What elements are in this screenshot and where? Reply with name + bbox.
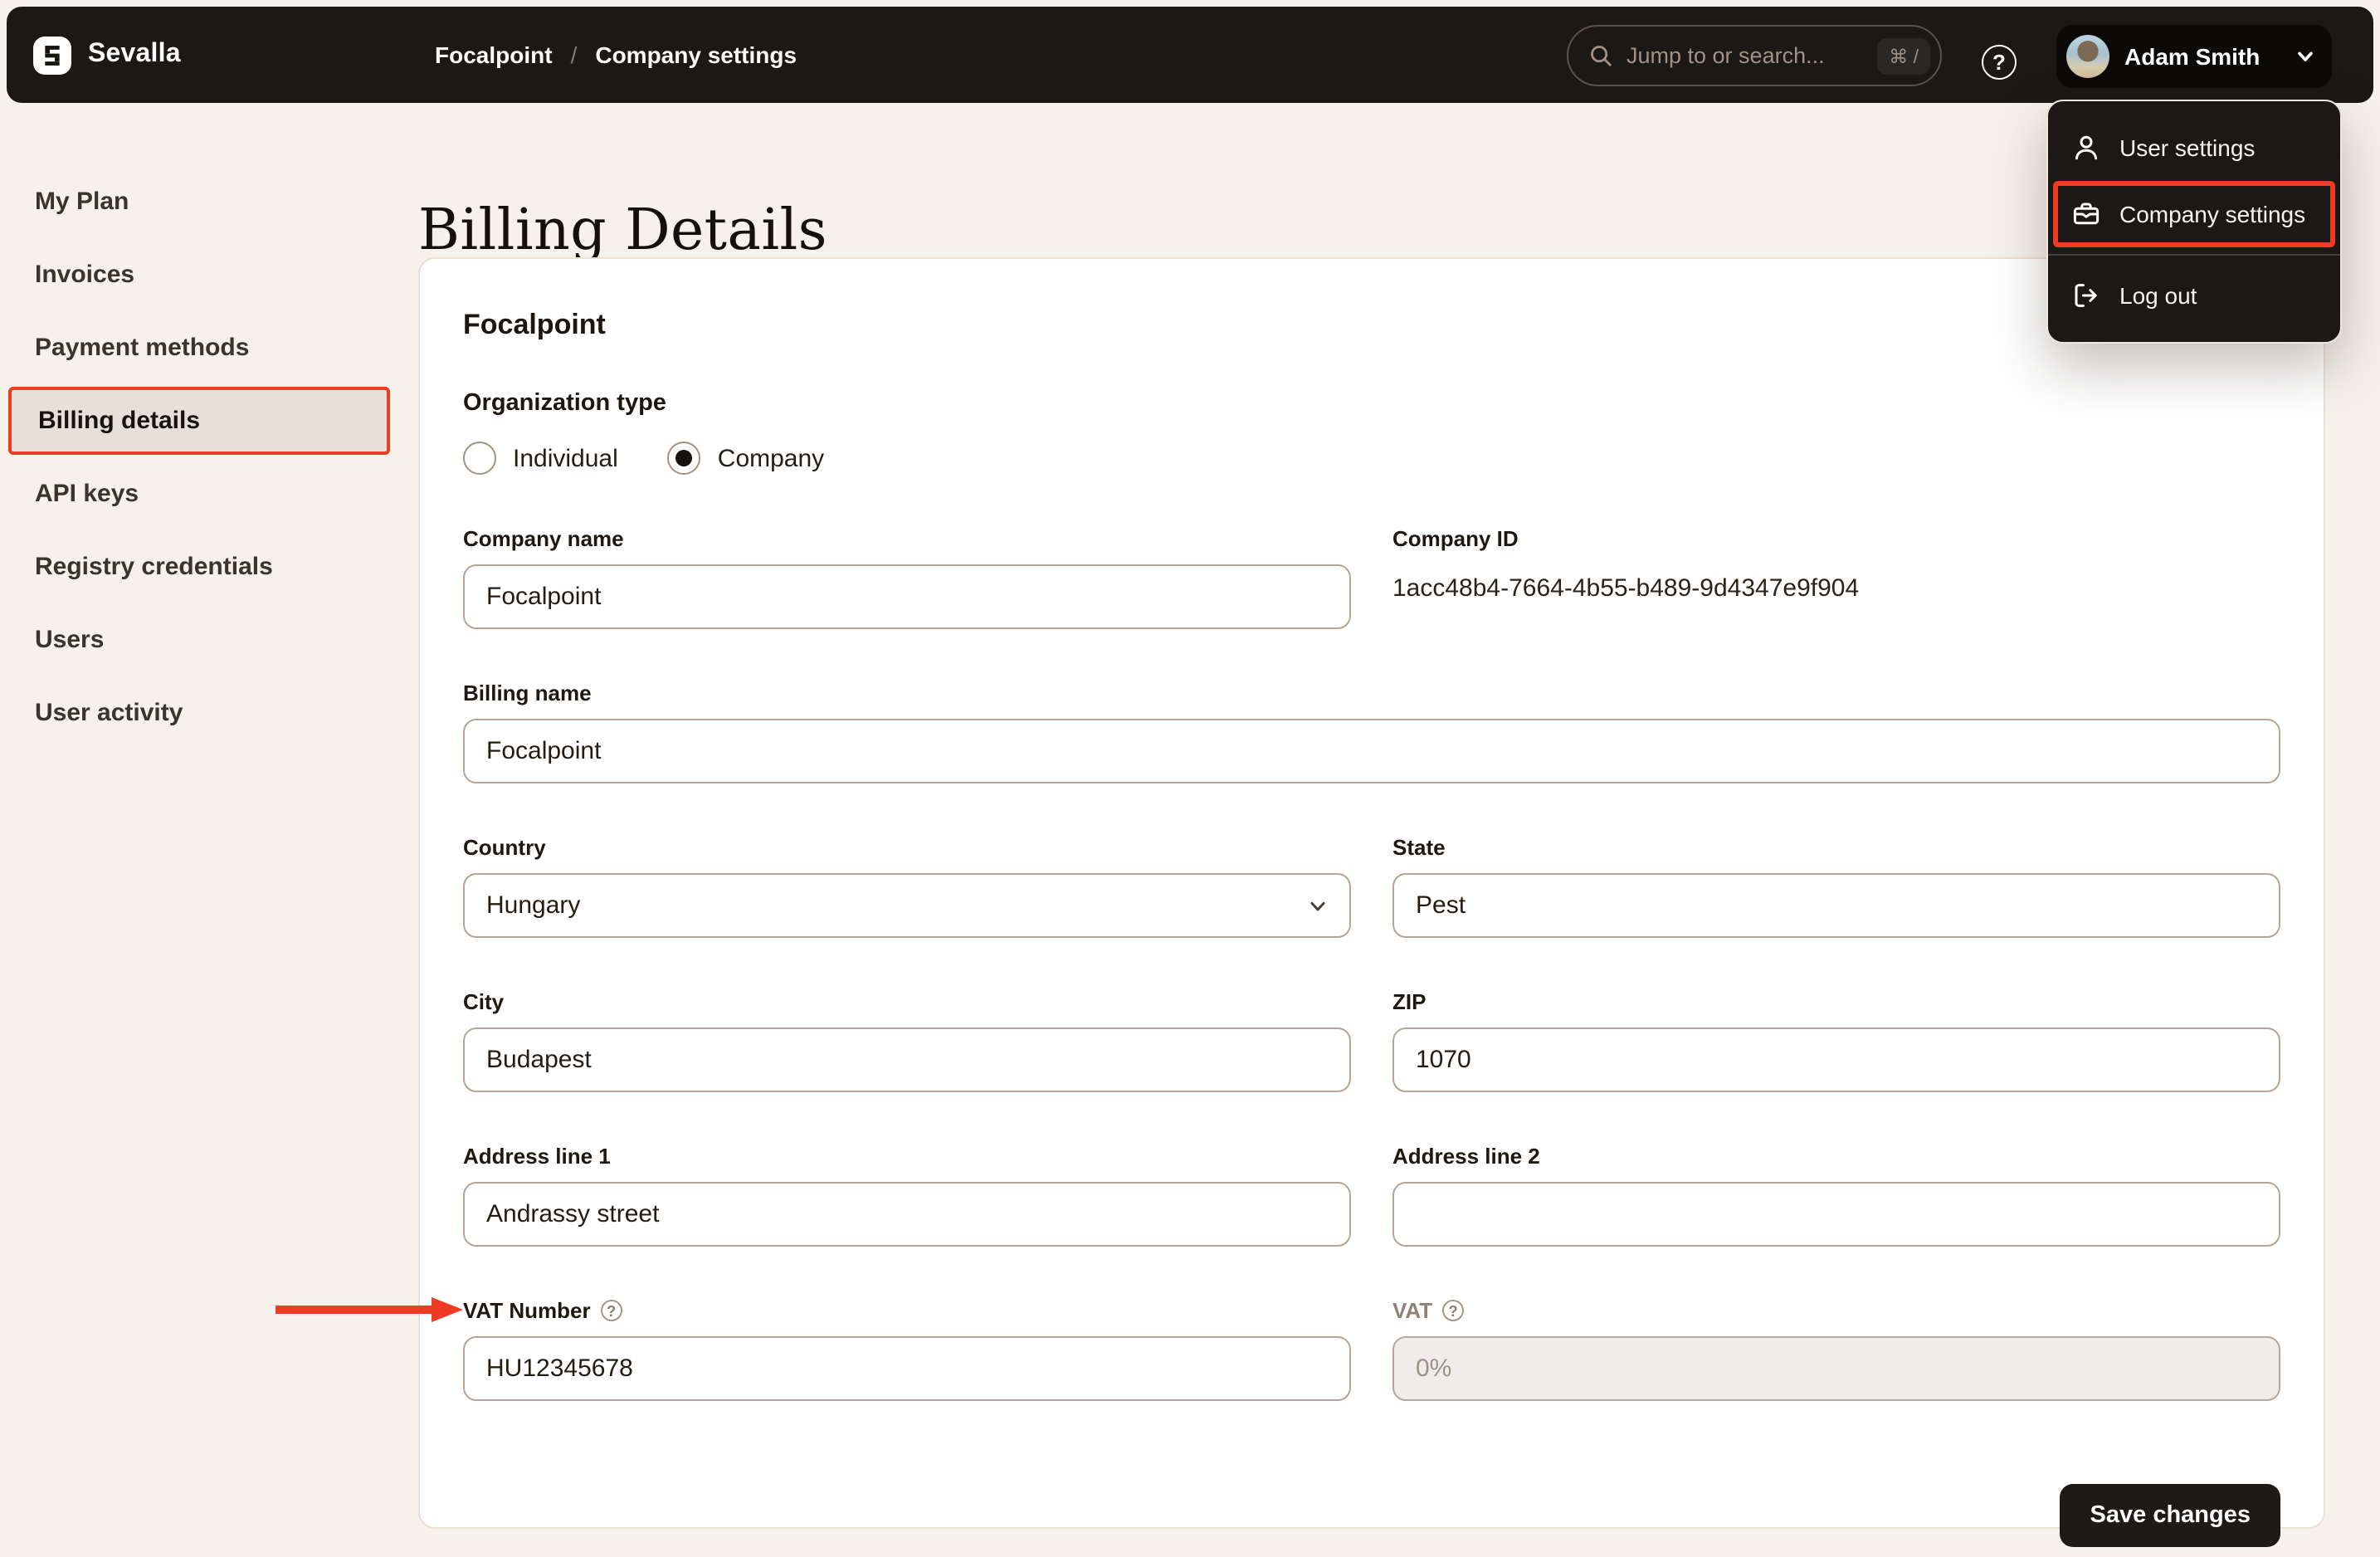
company-id-label: Company ID (1392, 526, 1519, 551)
page-title: Billing Details (418, 197, 827, 264)
app-root: Sevalla Focalpoint / Company settings Ju… (0, 0, 2380, 1557)
brand[interactable]: Sevalla (33, 7, 181, 103)
radio-individual-circle[interactable] (463, 442, 496, 475)
user-icon (2075, 135, 2098, 160)
billing-name-field: Billing name (463, 681, 2280, 783)
breadcrumb: Focalpoint / Company settings (435, 7, 797, 103)
city-label: City (463, 989, 505, 1014)
avatar (2066, 35, 2109, 78)
radio-company[interactable]: Company (667, 442, 825, 475)
help-button[interactable]: ? (1982, 45, 2017, 80)
logout-icon (2075, 284, 2097, 307)
briefcase-icon (2073, 203, 2100, 225)
vat-number-field: VAT Number ? (463, 1298, 1351, 1401)
zip-field: ZIP (1392, 989, 2280, 1092)
user-dropdown-menu: User settings Company settings Log out (2046, 100, 2342, 344)
state-label: State (1392, 835, 1446, 860)
sidebar-item-my-plan[interactable]: My Plan (8, 168, 390, 236)
address-line-2-field: Address line 2 (1392, 1144, 2280, 1247)
menu-divider (2048, 254, 2340, 256)
sidebar-item-payment-methods[interactable]: Payment methods (8, 314, 390, 382)
billing-details-card: Focalpoint Organization type Individual … (418, 257, 2325, 1547)
search-shortcut-badge: ⌘ / (1877, 37, 1930, 74)
chevron-down-icon (1310, 901, 1325, 910)
menu-item-label: Log out (2119, 282, 2197, 309)
help-icon: ? (1992, 50, 2006, 75)
radio-company-circle[interactable] (667, 442, 701, 475)
annotation-arrow-icon (276, 1297, 463, 1322)
search-placeholder: Jump to or search... (1626, 43, 1825, 68)
menu-item-label: Company settings (2119, 201, 2306, 227)
company-name-label: Company name (463, 526, 624, 551)
menu-item-user-settings[interactable]: User settings (2048, 115, 2340, 181)
organization-type-label: Organization type (463, 390, 666, 417)
sidebar-item-registry-credentials[interactable]: Registry credentials (8, 533, 390, 601)
address-line-2-input[interactable] (1392, 1182, 2280, 1247)
zip-label: ZIP (1392, 989, 1427, 1014)
radio-individual-label: Individual (513, 444, 618, 472)
country-field: Country Hungary (463, 835, 1351, 938)
user-name: Adam Smith (2124, 43, 2261, 70)
organization-type-group: Individual Company (463, 442, 2280, 475)
sevalla-logo-glyph (45, 45, 60, 65)
vat-field: VAT ? (1392, 1298, 2280, 1401)
vat-help-icon[interactable]: ? (1442, 1300, 1465, 1321)
menu-item-label: User settings (2119, 134, 2256, 161)
save-changes-button[interactable]: Save changes (2060, 1484, 2280, 1547)
billing-name-label: Billing name (463, 681, 592, 705)
state-field: State (1392, 835, 2280, 938)
vat-number-input[interactable] (463, 1336, 1351, 1401)
address-line-1-field: Address line 1 (463, 1144, 1351, 1247)
vat-number-label: VAT Number ? (463, 1298, 1351, 1323)
city-input[interactable] (463, 1027, 1351, 1092)
radio-company-label: Company (717, 444, 825, 472)
company-heading: Focalpoint (463, 309, 606, 340)
country-select[interactable]: Hungary (463, 873, 1351, 938)
search-input[interactable]: Jump to or search... ⌘ / (1567, 25, 1942, 86)
country-label: Country (463, 835, 546, 860)
sidebar-item-user-activity[interactable]: User activity (8, 679, 390, 747)
zip-input[interactable] (1392, 1027, 2280, 1092)
company-name-input[interactable] (463, 564, 1351, 629)
sidebar-item-api-keys[interactable]: API keys (8, 460, 390, 528)
city-field: City (463, 989, 1351, 1092)
breadcrumb-project[interactable]: Focalpoint (435, 41, 553, 68)
vat-input (1392, 1336, 2280, 1401)
topbar: Sevalla Focalpoint / Company settings Ju… (7, 7, 2373, 103)
user-menu-button[interactable]: Adam Smith (2056, 25, 2332, 88)
chevron-down-icon (2298, 51, 2313, 61)
brand-name: Sevalla (88, 40, 181, 68)
company-id-value: 1acc48b4-7664-4b55-b489-9d4347e9f904 (1392, 574, 1860, 603)
sidebar-item-users[interactable]: Users (8, 606, 390, 674)
company-id-field: Company ID 1acc48b4-7664-4b55-b489-9d434… (1392, 526, 2280, 603)
menu-item-company-settings[interactable]: Company settings (2053, 181, 2335, 247)
search-icon (1591, 46, 1612, 66)
menu-item-log-out[interactable]: Log out (2048, 262, 2340, 329)
vat-label: VAT ? (1392, 1298, 2280, 1323)
country-selected-value: Hungary (486, 891, 581, 920)
breadcrumb-page[interactable]: Company settings (595, 41, 797, 68)
vat-number-label-text: VAT Number (463, 1298, 591, 1323)
sidebar-item-billing-details[interactable]: Billing details (8, 387, 390, 455)
state-input[interactable] (1392, 873, 2280, 938)
address-line-1-input[interactable] (463, 1182, 1351, 1247)
address-line-2-label: Address line 2 (1392, 1144, 1540, 1169)
radio-individual[interactable]: Individual (463, 442, 618, 475)
sidebar: My Plan Invoices Payment methods Billing… (8, 168, 390, 752)
vat-number-help-icon[interactable]: ? (600, 1300, 622, 1321)
address-line-1-label: Address line 1 (463, 1144, 611, 1169)
sevalla-logo-icon (33, 36, 71, 74)
billing-name-input[interactable] (463, 719, 2280, 783)
sidebar-item-invoices[interactable]: Invoices (8, 241, 390, 309)
vat-label-text: VAT (1392, 1298, 1433, 1323)
breadcrumb-separator: / (570, 41, 578, 68)
company-name-field: Company name (463, 526, 1351, 629)
